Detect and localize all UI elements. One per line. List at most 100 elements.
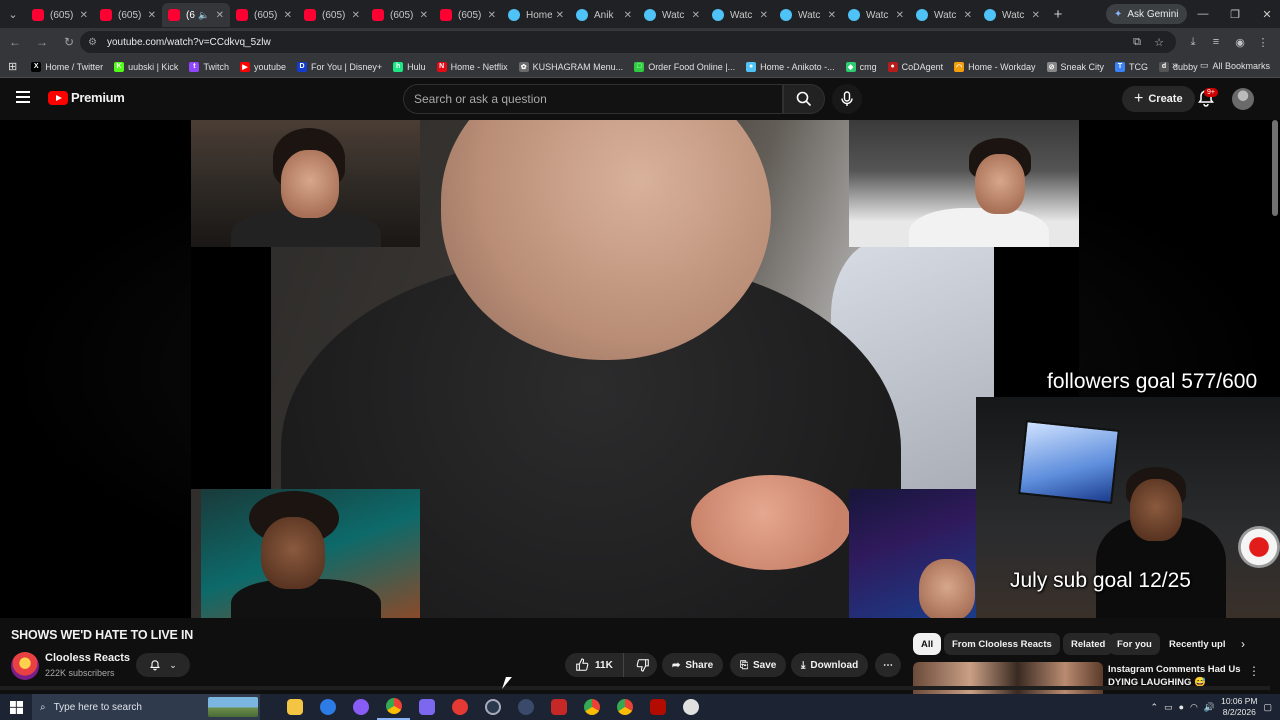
browser-tab[interactable]: Watc ✕ <box>910 3 978 27</box>
bookmark-twitch[interactable]: t Twitch <box>189 61 229 72</box>
scrollbar-thumb[interactable] <box>1272 120 1278 216</box>
system-clock[interactable]: 10:06 PM 8/2/2026 <box>1221 696 1257 718</box>
browser-tab[interactable]: Watc ✕ <box>978 3 1046 27</box>
chip-filter[interactable]: Related <box>1063 633 1114 655</box>
tab-close-icon[interactable]: ✕ <box>80 10 88 21</box>
taskbar-app-game[interactable] <box>410 694 443 720</box>
search-input[interactable]: Search or ask a question <box>403 84 783 114</box>
reading-list-icon[interactable]: ≡ <box>1205 31 1227 53</box>
chip-filter[interactable]: Recently upl <box>1161 633 1231 655</box>
microphone-tray-icon[interactable]: ● <box>1179 702 1184 712</box>
bookmark-food[interactable]: □ Order Food Online |... <box>634 61 735 72</box>
bookmark-star-icon[interactable]: ☆ <box>1148 31 1170 53</box>
taskbar-app-steam[interactable] <box>476 694 509 720</box>
page-scrollbar[interactable] <box>1272 120 1278 694</box>
bookmark-tcg[interactable]: T TCG <box>1115 61 1148 72</box>
tray-overflow-icon[interactable]: ⌃ <box>1151 702 1159 713</box>
chip-filter[interactable]: For you <box>1109 633 1160 655</box>
bookmark-youtube[interactable]: ▶ youtube <box>239 61 286 72</box>
taskbar-app-discord[interactable] <box>344 694 377 720</box>
browser-tab[interactable]: Home ✕ <box>502 3 570 27</box>
bookmark-cmg[interactable]: ◆ cmg <box>845 61 877 72</box>
browser-tab[interactable]: (6 🔈 ✕ <box>162 3 230 27</box>
tab-close-icon[interactable]: ✕ <box>148 10 156 21</box>
browser-tab[interactable]: (605) ✕ <box>26 3 94 27</box>
download-button[interactable]: ⤓ Download <box>791 653 869 677</box>
voice-search-button[interactable] <box>832 84 862 114</box>
guide-menu-icon[interactable] <box>16 91 30 103</box>
site-info-icon[interactable]: ⚙ <box>88 37 97 48</box>
notification-center-icon[interactable]: ▢ <box>1263 702 1272 713</box>
browser-tab[interactable]: Watc ✕ <box>774 3 842 27</box>
bookmark-x[interactable]: X Home / Twitter <box>31 61 103 72</box>
profile-avatar-icon[interactable]: ◉ <box>1229 31 1251 53</box>
bookmark-kick[interactable]: Kuubski | Kick <box>114 61 178 72</box>
ask-gemini-button[interactable]: ✦ Ask Gemini <box>1106 4 1187 24</box>
bookmark-dubby[interactable]: d dubby <box>1159 61 1198 72</box>
bookmark-disney[interactable]: D For You | Disney+ <box>296 61 382 72</box>
minimize-window-button[interactable]: — <box>1186 0 1220 28</box>
browser-tab[interactable]: Watc ✕ <box>706 3 774 27</box>
downloads-icon[interactable]: ⤓ <box>1182 31 1204 53</box>
chip-filter[interactable]: From Clooless Reacts <box>944 633 1060 655</box>
reload-button[interactable]: ↻ <box>57 30 81 54</box>
bookmarks-overflow-icon[interactable]: » <box>1172 60 1178 71</box>
bookmark-codagent[interactable]: ● CoDAgent <box>887 61 943 72</box>
taskbar-chrome-2[interactable] <box>575 694 608 720</box>
dislike-button[interactable] <box>629 653 657 677</box>
tab-search-button[interactable]: ⌄ <box>0 1 26 27</box>
chips-next-arrow-icon[interactable]: › <box>1234 635 1252 653</box>
subscribed-notifications-button[interactable]: ⌄ <box>136 653 190 677</box>
like-button[interactable]: 11K <box>565 653 624 677</box>
address-bar[interactable]: ⚙ youtube.com/watch?v=CCdkvq_5zlw <box>80 31 1176 53</box>
forward-button[interactable]: → <box>30 30 54 54</box>
bookmark-kushagram[interactable]: ✿ KUSHAGRAM Menu... <box>518 61 623 72</box>
tab-close-icon[interactable]: ✕ <box>420 10 428 21</box>
share-button[interactable]: ➦ Share <box>662 653 724 677</box>
taskbar-app-red[interactable] <box>542 694 575 720</box>
apps-grid-icon[interactable]: ⊞ <box>8 60 17 73</box>
recommendation-menu-icon[interactable]: ⋮ <box>1248 664 1260 678</box>
save-button[interactable]: ⎘ Save <box>730 653 787 677</box>
tab-close-icon[interactable]: ✕ <box>216 10 224 21</box>
search-button[interactable] <box>783 84 825 114</box>
restore-window-button[interactable]: ❐ <box>1218 0 1252 28</box>
bookmark-netflix[interactable]: N Home - Netflix <box>436 61 508 72</box>
channel-name[interactable]: Clooless Reacts <box>45 652 130 664</box>
browser-tab[interactable]: (605) ✕ <box>298 3 366 27</box>
chip-filter[interactable]: All <box>913 633 942 655</box>
taskbar-search-box[interactable]: ⌕ Type here to search <box>32 694 260 720</box>
cast-icon[interactable]: ⧉ <box>1126 31 1148 53</box>
tab-close-icon[interactable]: ✕ <box>352 10 360 21</box>
horizontal-scrollbar[interactable] <box>0 686 1270 690</box>
tab-close-icon[interactable]: ✕ <box>624 10 632 21</box>
back-button[interactable]: ← <box>3 30 27 54</box>
tab-close-icon[interactable]: ✕ <box>284 10 292 21</box>
browser-tab[interactable]: (605) ✕ <box>366 3 434 27</box>
taskbar-app-circle[interactable] <box>509 694 542 720</box>
taskbar-app-acrobat[interactable] <box>641 694 674 720</box>
browser-tab[interactable]: (605) ✕ <box>94 3 162 27</box>
tab-close-icon[interactable]: ✕ <box>692 10 700 21</box>
new-tab-button[interactable]: + <box>1046 6 1070 23</box>
taskbar-chrome-3[interactable] <box>608 694 641 720</box>
bookmark-workday[interactable]: ◠ Home - Workday <box>954 61 1036 72</box>
tab-close-icon[interactable]: ✕ <box>1032 10 1040 21</box>
bookmark-hulu[interactable]: h Hulu <box>393 61 426 72</box>
tab-close-icon[interactable]: ✕ <box>828 10 836 21</box>
video-player[interactable]: followers goal 577/600 July sub goal 12/… <box>0 120 1280 618</box>
taskbar-app-blue[interactable] <box>311 694 344 720</box>
tab-close-icon[interactable]: ✕ <box>964 10 972 21</box>
taskbar-chrome[interactable] <box>377 694 410 720</box>
bookmark-anikoto[interactable]: ● Home - Anikoto -... <box>746 61 835 72</box>
taskbar-file-explorer[interactable] <box>278 694 311 720</box>
account-avatar[interactable] <box>1232 88 1254 110</box>
browser-tab[interactable]: Watc ✕ <box>842 3 910 27</box>
youtube-logo[interactable]: Premium <box>48 90 125 105</box>
network-icon[interactable]: ▭ <box>1164 702 1173 713</box>
browser-menu-icon[interactable]: ⋮ <box>1252 31 1274 53</box>
tab-audio-icon[interactable]: 🔈 <box>198 10 209 21</box>
browser-tab[interactable]: Watc ✕ <box>638 3 706 27</box>
create-button[interactable]: + Create <box>1122 86 1195 112</box>
taskbar-app-player[interactable] <box>443 694 476 720</box>
